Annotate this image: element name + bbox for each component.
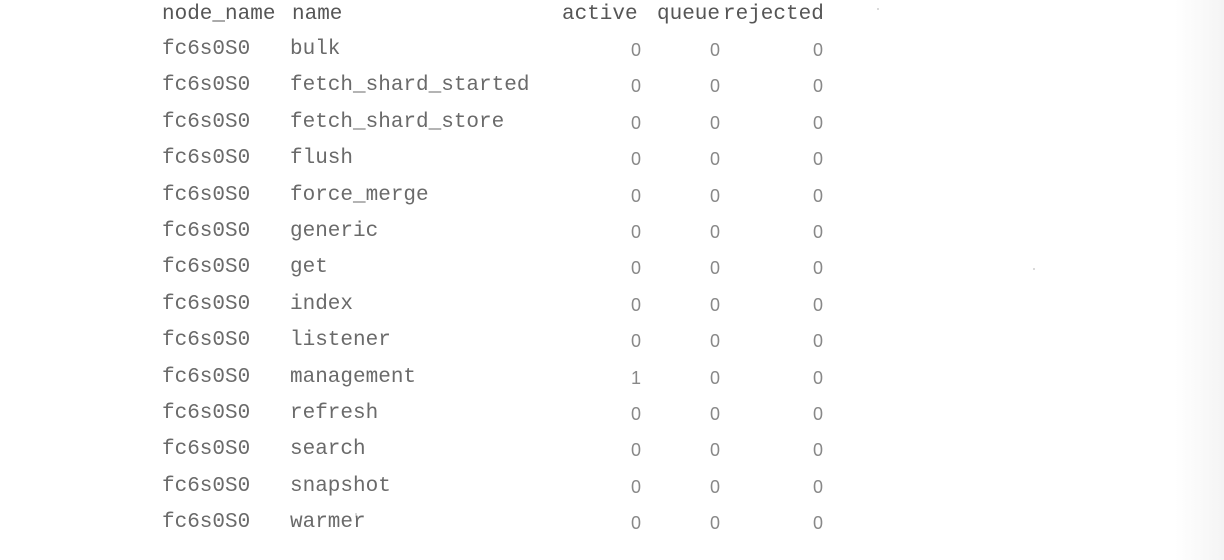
cell-queue: 0 <box>709 112 720 133</box>
cell-rejected: 0 <box>812 222 823 242</box>
cell-active: 0 <box>630 185 641 206</box>
cell-active: 0 <box>630 440 641 461</box>
cell-queue: 0 <box>709 404 720 424</box>
cell-queue: 0 <box>709 149 720 170</box>
cell-queue: 0 <box>709 367 720 388</box>
cell-queue: 0 <box>709 440 720 461</box>
cell-name: bulk <box>290 38 341 61</box>
cell-rejected: 0 <box>812 112 823 133</box>
cell-name: index <box>290 292 354 316</box>
cell-node-name: fc6s0S0 <box>162 365 251 389</box>
table-row: fc6s0S0 get 0 0 0 <box>0 253 1224 283</box>
thread-pool-table: node_name name active queue rejected fc6… <box>0 0 1224 560</box>
cell-active: 0 <box>630 404 641 424</box>
table-row: fc6s0S0 warmer 0 0 0 <box>0 508 1224 538</box>
table-row: fc6s0S0 index 0 0 0 <box>0 290 1224 320</box>
cell-name: listener <box>290 329 391 353</box>
cell-active: 0 <box>630 294 641 315</box>
cell-rejected: 0 <box>812 149 823 170</box>
cell-node-name: fc6s0S0 <box>162 74 251 98</box>
cell-active: 0 <box>630 112 641 133</box>
cell-rejected: 0 <box>812 513 823 534</box>
cell-name: management <box>290 365 417 389</box>
cell-rejected: 0 <box>812 476 823 497</box>
cell-rejected: 0 <box>812 294 823 315</box>
cell-active: 0 <box>630 258 641 279</box>
cell-rejected: 0 <box>812 440 823 461</box>
cell-name: search <box>290 438 366 462</box>
cell-active: 0 <box>630 76 641 97</box>
cell-queue: 0 <box>709 40 720 60</box>
table-row: fc6s0S0 bulk 0 0 0 <box>0 35 1224 65</box>
cell-queue: 0 <box>709 294 720 315</box>
cell-queue: 0 <box>709 476 720 497</box>
table-row: fc6s0S0 listener 0 0 0 <box>0 326 1224 356</box>
cell-rejected: 0 <box>812 258 823 279</box>
cell-active: 0 <box>630 40 641 60</box>
cell-name: fetch_shard_started <box>290 74 530 98</box>
cell-active: 0 <box>630 222 641 242</box>
cell-node-name: fc6s0S0 <box>162 402 251 425</box>
cell-name: fetch_shard_store <box>290 110 505 134</box>
cell-queue: 0 <box>709 76 720 97</box>
cell-node-name: fc6s0S0 <box>162 183 251 207</box>
cell-active: 0 <box>630 331 641 352</box>
cell-queue: 0 <box>709 331 720 352</box>
cell-name: generic <box>290 220 379 243</box>
table-row: fc6s0S0 search 0 0 0 <box>0 435 1224 465</box>
scan-speck <box>877 8 879 10</box>
cell-rejected: 0 <box>812 367 823 388</box>
table-row: fc6s0S0 force_merge 0 0 0 <box>0 181 1224 211</box>
cell-name: force_merge <box>290 183 429 207</box>
cell-queue: 0 <box>709 513 720 534</box>
cell-rejected: 0 <box>812 76 823 97</box>
cell-node-name: fc6s0S0 <box>162 438 251 462</box>
table-row: fc6s0S0 fetch_shard_store 0 0 0 <box>0 108 1224 138</box>
cell-queue: 0 <box>709 258 720 279</box>
cell-node-name: fc6s0S0 <box>162 38 251 61</box>
table-body: fc6s0S0 bulk 0 0 0 fc6s0S0 fetch_shard_started… <box>0 0 1224 560</box>
cell-active: 0 <box>630 476 641 497</box>
scan-speck <box>355 513 357 515</box>
cell-node-name: fc6s0S0 <box>162 147 251 171</box>
cell-name: refresh <box>290 402 379 425</box>
table-row: fc6s0S0 fetch_shard_started 0 0 0 <box>0 71 1224 101</box>
cell-node-name: fc6s0S0 <box>162 110 251 134</box>
scan-speck <box>1033 268 1035 270</box>
cell-rejected: 0 <box>812 404 823 424</box>
cell-active: 1 <box>630 367 641 388</box>
table-row: fc6s0S0 flush 0 0 0 <box>0 144 1224 174</box>
table-row: fc6s0S0 refresh 0 0 0 <box>0 399 1224 429</box>
cell-node-name: fc6s0S0 <box>162 329 251 353</box>
cell-active: 0 <box>630 149 641 170</box>
cell-name: snapshot <box>290 474 391 498</box>
cell-node-name: fc6s0S0 <box>162 256 251 280</box>
cell-name: flush <box>290 147 354 171</box>
cell-queue: 0 <box>709 222 720 242</box>
cell-node-name: fc6s0S0 <box>162 511 251 535</box>
table-row: fc6s0S0 snapshot 0 0 0 <box>0 472 1224 502</box>
cell-rejected: 0 <box>812 40 823 60</box>
cell-rejected: 0 <box>812 185 823 206</box>
cell-node-name: fc6s0S0 <box>162 474 251 498</box>
cell-node-name: fc6s0S0 <box>162 220 251 243</box>
cell-active: 0 <box>630 513 641 534</box>
cell-name: get <box>290 256 328 280</box>
cell-node-name: fc6s0S0 <box>162 292 251 316</box>
table-row: fc6s0S0 generic 0 0 0 <box>0 217 1224 247</box>
cell-queue: 0 <box>709 185 720 206</box>
cell-rejected: 0 <box>812 331 823 352</box>
table-row: fc6s0S0 management 1 0 0 <box>0 363 1224 393</box>
